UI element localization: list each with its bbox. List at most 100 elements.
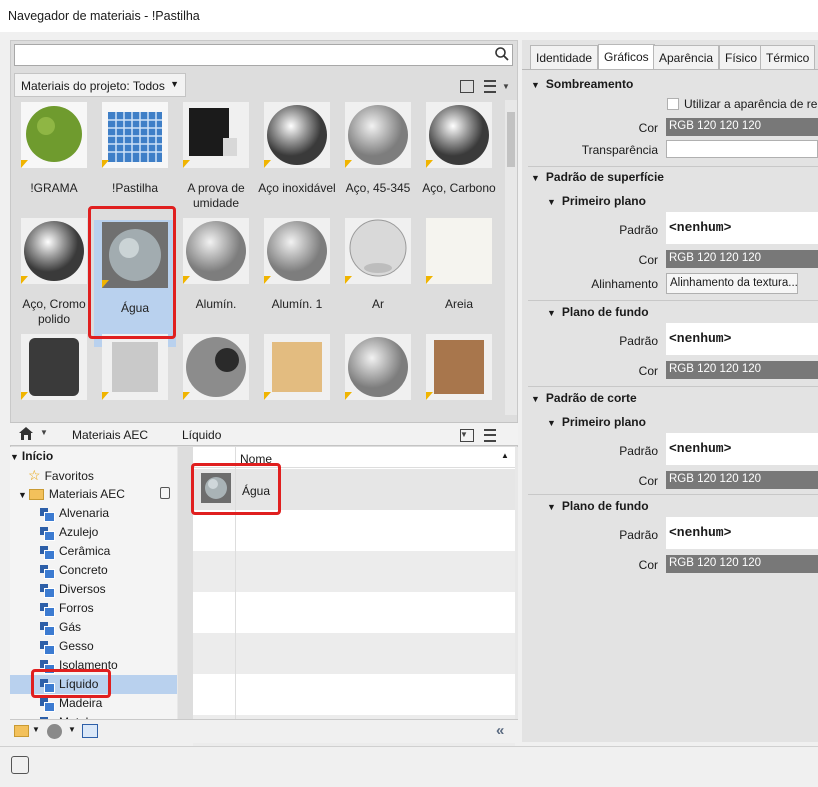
library-filter-dropdown[interactable]: Materiais do projeto: Todos ▼: [14, 73, 186, 97]
material-thumbnail: [183, 218, 249, 284]
material-thumbnail: [21, 102, 87, 168]
tree-category[interactable]: Forros: [40, 599, 94, 618]
section-cut-background[interactable]: Plano de fundo: [547, 499, 649, 513]
section-cut-pattern[interactable]: Padrão de corte: [531, 391, 637, 405]
section-cut-foreground[interactable]: Primeiro plano: [547, 415, 646, 429]
highlight-box: [88, 206, 176, 339]
chevron-down-icon[interactable]: ▼: [460, 430, 468, 439]
tree-library[interactable]: ▼ Materiais AEC: [18, 485, 125, 504]
material-label: Barreira de: [175, 413, 257, 415]
tree-scrollbar[interactable]: [177, 447, 178, 719]
panel-icon[interactable]: [82, 724, 98, 738]
browser-toolbar: ▼ ▼ «: [10, 719, 518, 743]
window-title: Navegador de materiais - !Pastilha: [0, 0, 818, 32]
material-tile[interactable]: Asfalto: [13, 332, 95, 415]
list-view-icon[interactable]: [480, 428, 496, 442]
search-icon[interactable]: [494, 46, 510, 62]
material-thumbnail: [345, 218, 411, 284]
tab-2[interactable]: Aparência: [653, 45, 720, 69]
view-options: ▼: [460, 425, 496, 445]
scrollbar-thumb[interactable]: [507, 112, 515, 167]
material-label: Aço, Carbono: [422, 181, 496, 195]
highlight-box: [31, 669, 111, 698]
tab-0[interactable]: Identidade: [530, 45, 599, 69]
library-breadcrumb: ▼ Materiais AEC Líquido ▼: [10, 422, 518, 446]
material-tile[interactable]: Azulejo: [94, 332, 176, 415]
chevron-down-icon[interactable]: ▼: [40, 428, 48, 437]
category-icon: [40, 697, 55, 712]
material-tile[interactable]: Ar: [337, 216, 419, 326]
sort-up-icon[interactable]: ▲: [501, 451, 509, 460]
tree-category[interactable]: Diversos: [40, 580, 106, 599]
material-label: Asfalto: [13, 413, 95, 415]
material-tile[interactable]: Caixilho: [256, 332, 338, 415]
material-tile[interactable]: Carpete: [418, 332, 500, 415]
tree-category[interactable]: Azulejo: [40, 523, 98, 542]
surface-bg-pattern-field[interactable]: <nenhum>: [666, 323, 818, 355]
tab-3[interactable]: Físico: [719, 45, 764, 69]
breadcrumb-level2[interactable]: Líquido: [182, 428, 221, 442]
material-thumbnail: [426, 102, 492, 168]
create-material-icon[interactable]: [47, 724, 62, 739]
material-label: Alumín.: [195, 297, 237, 311]
panel-toggle-icon[interactable]: [460, 79, 474, 93]
surface-fg-pattern-field[interactable]: <nenhum>: [666, 212, 818, 244]
material-tile[interactable]: Aço, Cromo polido: [13, 216, 95, 326]
material-tile[interactable]: Barreira de: [175, 332, 257, 415]
section-surface-pattern[interactable]: Padrão de superfície: [531, 170, 664, 184]
material-thumbnail: [345, 334, 411, 400]
home-icon[interactable]: [18, 426, 34, 444]
material-thumbnail: [426, 334, 492, 400]
tree-category[interactable]: Alvenaria: [40, 504, 109, 523]
material-tile[interactable]: Aço, Carbono: [418, 100, 500, 210]
surface-bg-color-swatch[interactable]: RGB 120 120 120: [666, 361, 818, 379]
section-surface-foreground[interactable]: Primeiro plano: [547, 194, 646, 208]
tab-1[interactable]: Gráficos: [598, 44, 655, 70]
collapse-icon[interactable]: «: [496, 722, 504, 739]
category-icon: [40, 507, 55, 522]
cut-fg-pattern-field[interactable]: <nenhum>: [666, 433, 818, 465]
material-tile[interactable]: A prova de umidade: [175, 100, 257, 210]
list-view-icon[interactable]: [480, 79, 496, 93]
material-tile[interactable]: Areia: [418, 216, 500, 326]
material-thumbnail: [183, 102, 249, 168]
material-label: !Pastilha: [111, 181, 159, 195]
section-shading[interactable]: Sombreamento: [531, 77, 633, 91]
material-tile[interactable]: Alumín. 1: [256, 216, 338, 326]
tab-4[interactable]: Térmico: [760, 45, 816, 69]
library-folder-icon[interactable]: [14, 725, 29, 737]
tree-favorites[interactable]: ☆ Favoritos: [28, 466, 94, 485]
material-label: Aço inoxidável: [258, 181, 336, 195]
section-surface-background[interactable]: Plano de fundo: [547, 305, 649, 319]
shading-color-swatch[interactable]: RGB 120 120 120: [666, 118, 818, 136]
tree-root[interactable]: ▼ Início: [10, 447, 53, 466]
breadcrumb-level1[interactable]: Materiais AEC: [72, 428, 148, 442]
surface-fg-color-swatch[interactable]: RGB 120 120 120: [666, 250, 818, 268]
asset-browser-icon[interactable]: [11, 756, 29, 774]
texture-alignment-button[interactable]: Alinhamento da textura...: [666, 273, 798, 294]
chevron-down-icon[interactable]: ▼: [502, 82, 510, 91]
cut-bg-color-swatch[interactable]: RGB 120 120 120: [666, 555, 818, 573]
chevron-down-icon[interactable]: ▼: [32, 725, 40, 734]
transparency-slider[interactable]: [666, 140, 818, 158]
cut-bg-pattern-field[interactable]: <nenhum>: [666, 517, 818, 549]
material-label: A prova de umidade: [187, 181, 245, 210]
material-tile[interactable]: Aço inoxidável: [256, 100, 338, 210]
tree-category[interactable]: Cerâmica: [40, 542, 110, 561]
category-icon: [40, 545, 55, 560]
search-input[interactable]: [14, 44, 513, 66]
material-tile[interactable]: Camada de: [337, 332, 419, 415]
use-render-label: Utilizar a aparência de ren: [684, 97, 818, 111]
use-render-checkbox[interactable]: [667, 98, 679, 110]
tree-category[interactable]: Concreto: [40, 561, 108, 580]
chevron-down-icon[interactable]: ▼: [68, 725, 76, 734]
cut-fg-color-swatch[interactable]: RGB 120 120 120: [666, 471, 818, 489]
highlight-box: [191, 463, 281, 515]
material-tile[interactable]: Aço, 45-345: [337, 100, 419, 210]
tree-category[interactable]: Gesso: [40, 637, 94, 656]
material-tile[interactable]: !Pastilha: [94, 100, 176, 210]
material-tile[interactable]: !GRAMA: [13, 100, 95, 210]
material-tile[interactable]: Alumín.: [175, 216, 257, 326]
grid-scrollbar[interactable]: [505, 100, 517, 415]
tree-category[interactable]: Gás: [40, 618, 81, 637]
